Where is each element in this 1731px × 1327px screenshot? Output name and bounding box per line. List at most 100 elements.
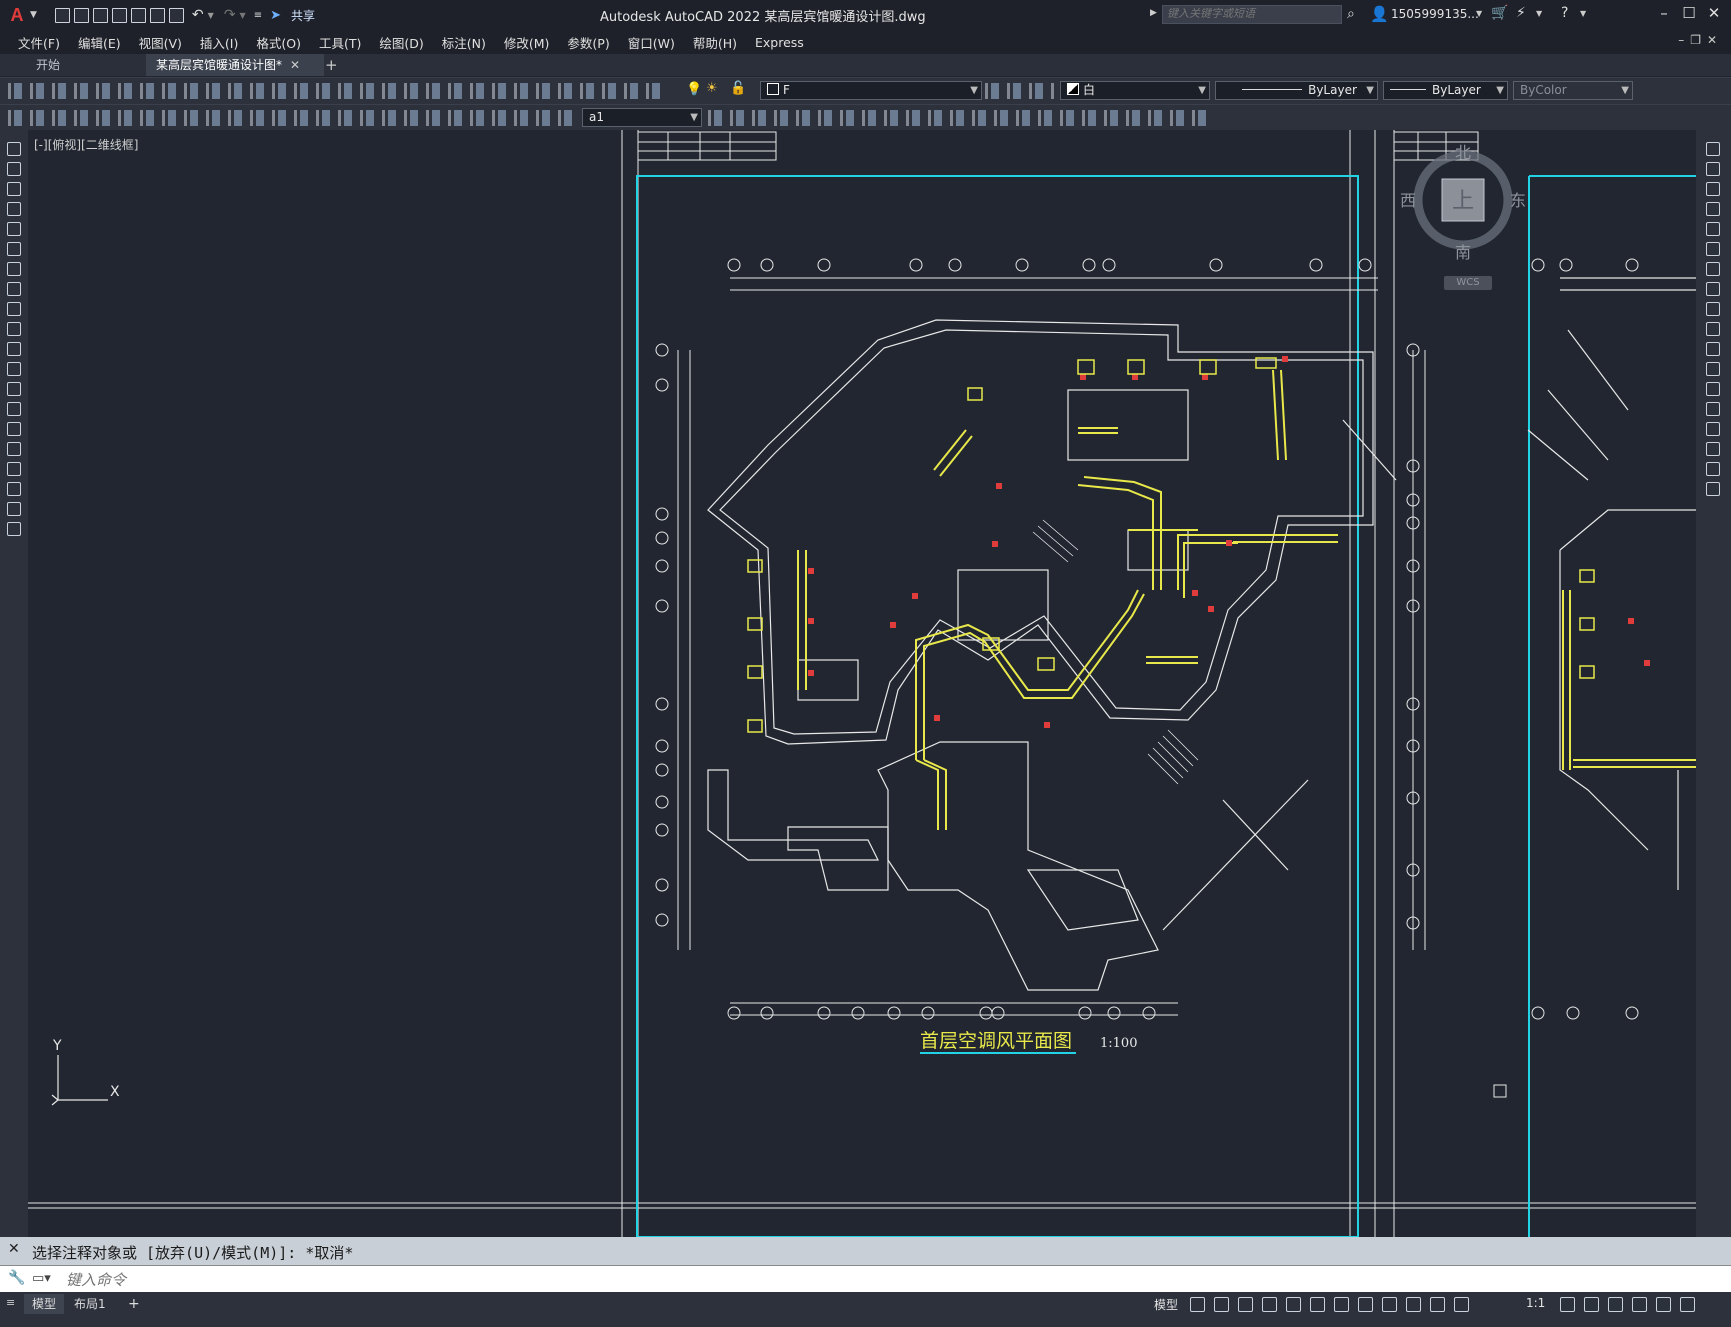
menu-file[interactable]: 文件(F) xyxy=(18,33,60,52)
redo-dropdown-icon[interactable]: ▼ xyxy=(240,11,246,20)
dimstyle-select[interactable]: a1 ▼ xyxy=(582,108,702,127)
polygon-icon[interactable] xyxy=(7,202,21,216)
hardware-acceleration-icon[interactable] xyxy=(1632,1297,1647,1312)
open-icon[interactable] xyxy=(73,7,89,23)
wcs-menu-button[interactable]: WCS xyxy=(1444,276,1492,290)
clean-screen-icon[interactable] xyxy=(1656,1297,1671,1312)
polar-icon[interactable] xyxy=(1262,1297,1277,1312)
plot-icon[interactable] xyxy=(168,7,184,23)
tab-start[interactable]: 开始 xyxy=(26,54,156,76)
redo-icon[interactable]: ↷ xyxy=(224,7,236,23)
menu-insert[interactable]: 插入(I) xyxy=(200,33,238,52)
save-web-icon[interactable] xyxy=(149,7,165,23)
autodesk-app-icon[interactable]: ⚡ xyxy=(1516,5,1526,21)
user-name[interactable]: 1505999135... xyxy=(1391,7,1479,21)
app-dropdown-icon[interactable]: ▼ xyxy=(1536,9,1542,18)
command-input[interactable] xyxy=(64,1267,1708,1293)
new-tab-button[interactable]: + xyxy=(325,54,338,76)
insert-block-icon[interactable] xyxy=(7,362,21,376)
recent-commands-icon[interactable]: ▭▾ xyxy=(32,1271,51,1286)
annotation-visibility-icon[interactable] xyxy=(1430,1297,1445,1312)
ortho-icon[interactable] xyxy=(1238,1297,1253,1312)
viewcube-west[interactable]: 西 xyxy=(1400,191,1416,210)
search-icon[interactable]: ⌕ xyxy=(1347,6,1355,22)
plus-icon[interactable] xyxy=(1584,1297,1599,1312)
search-input[interactable] xyxy=(1162,5,1342,24)
line-icon[interactable] xyxy=(7,142,21,156)
tab-close-icon[interactable]: ✕ xyxy=(290,54,300,76)
undo-icon[interactable]: ↶ xyxy=(192,7,204,23)
offset-icon[interactable] xyxy=(1706,202,1720,216)
fillet-icon[interactable] xyxy=(1706,442,1720,456)
tab-layout1[interactable]: 布局1 xyxy=(66,1294,114,1314)
search-expand-icon[interactable]: ▶ xyxy=(1150,8,1157,18)
join-icon[interactable] xyxy=(1706,402,1720,416)
menu-modify[interactable]: 修改(M) xyxy=(504,33,550,52)
hatch-icon[interactable] xyxy=(7,422,21,436)
break-icon[interactable] xyxy=(1706,382,1720,396)
break-point-icon[interactable] xyxy=(1706,362,1720,376)
customize-quickaccess-icon[interactable]: ≡ xyxy=(254,10,262,21)
menu-draw[interactable]: 绘图(D) xyxy=(379,33,423,52)
erase-icon[interactable] xyxy=(1706,142,1720,156)
layer-on-icon[interactable]: 💡 xyxy=(686,82,702,97)
multiline-text-icon[interactable] xyxy=(7,502,21,516)
move-icon[interactable] xyxy=(1706,242,1720,256)
make-block-icon[interactable] xyxy=(7,382,21,396)
arc-polyline-icon[interactable] xyxy=(7,182,21,196)
selection-cycling-icon[interactable] xyxy=(1406,1297,1421,1312)
linetype-select[interactable]: ByLayer ▼ xyxy=(1215,81,1378,100)
menu-format[interactable]: 格式(O) xyxy=(256,33,301,52)
viewcube-south[interactable]: 南 xyxy=(1455,243,1471,262)
isolate-objects-icon[interactable] xyxy=(1608,1297,1623,1312)
mirror-icon[interactable] xyxy=(1706,182,1720,196)
lineweight-select[interactable]: ByLayer ▼ xyxy=(1383,81,1508,100)
menu-dimension[interactable]: 标注(N) xyxy=(442,33,486,52)
snap-icon[interactable] xyxy=(1214,1297,1229,1312)
minimize-icon[interactable]: – xyxy=(1652,4,1676,22)
menu-window[interactable]: 窗口(W) xyxy=(628,33,675,52)
array-icon[interactable] xyxy=(1706,222,1720,236)
scale-icon[interactable] xyxy=(1706,282,1720,296)
layer-lock-icon[interactable]: 🔓 xyxy=(730,81,746,96)
save-icon[interactable] xyxy=(92,7,108,23)
gradient-icon[interactable] xyxy=(7,442,21,456)
customize-status-icon[interactable] xyxy=(1680,1297,1695,1312)
auto-scale-icon[interactable] xyxy=(1454,1297,1469,1312)
open-web-icon[interactable] xyxy=(130,7,146,23)
menu-tools[interactable]: 工具(T) xyxy=(319,33,361,52)
layer-freeze-icon[interactable]: ☀ xyxy=(706,81,718,96)
drawing-canvas[interactable]: [-][俯视][二维线框] 首层空调风平面图 1:100 Y X 上 北 南 东… xyxy=(28,130,1696,1237)
chamfer-icon[interactable] xyxy=(1706,422,1720,436)
maximize-icon[interactable]: ☐ xyxy=(1677,4,1701,22)
workspace-gear-icon[interactable] xyxy=(1560,1297,1575,1312)
table-icon[interactable] xyxy=(7,482,21,496)
plotstyle-select[interactable]: ByColor ▼ xyxy=(1513,81,1633,100)
region-icon[interactable] xyxy=(7,462,21,476)
saveas-icon[interactable] xyxy=(111,7,127,23)
standard-toolbar-icons[interactable] xyxy=(8,83,668,99)
viewcube[interactable]: 上 北 南 东 西 xyxy=(1398,140,1528,270)
trim-icon[interactable] xyxy=(1706,322,1720,336)
tab-model[interactable]: 模型 xyxy=(24,1294,65,1314)
app-menu-chevron-icon[interactable]: ▼ xyxy=(30,10,37,20)
spline-icon[interactable] xyxy=(7,302,21,316)
isodraft-icon[interactable] xyxy=(1286,1297,1301,1312)
point-icon[interactable] xyxy=(7,402,21,416)
cart-icon[interactable]: 🛒 xyxy=(1491,5,1508,21)
help-dropdown-icon[interactable]: ▼ xyxy=(1580,9,1586,18)
lineweight-icon[interactable] xyxy=(1358,1297,1373,1312)
menu-edit[interactable]: 编辑(E) xyxy=(78,33,121,52)
revision-cloud-icon[interactable] xyxy=(7,282,21,296)
user-icon[interactable]: 👤 xyxy=(1370,5,1389,23)
menu-parametric[interactable]: 参数(P) xyxy=(567,33,609,52)
rotate-icon[interactable] xyxy=(1706,262,1720,276)
help-icon[interactable]: ? xyxy=(1561,5,1568,21)
autocad-logo-icon[interactable]: A xyxy=(6,4,28,26)
close-icon[interactable]: ✕ xyxy=(1702,4,1726,22)
blend-icon[interactable] xyxy=(1706,462,1720,476)
extend-icon[interactable] xyxy=(1706,342,1720,356)
command-close-icon[interactable]: ✕ xyxy=(8,1241,20,1257)
customize-wrench-icon[interactable]: 🔧 xyxy=(8,1270,25,1286)
document-window-controls-icon[interactable]: –❐✕ xyxy=(1678,33,1723,47)
